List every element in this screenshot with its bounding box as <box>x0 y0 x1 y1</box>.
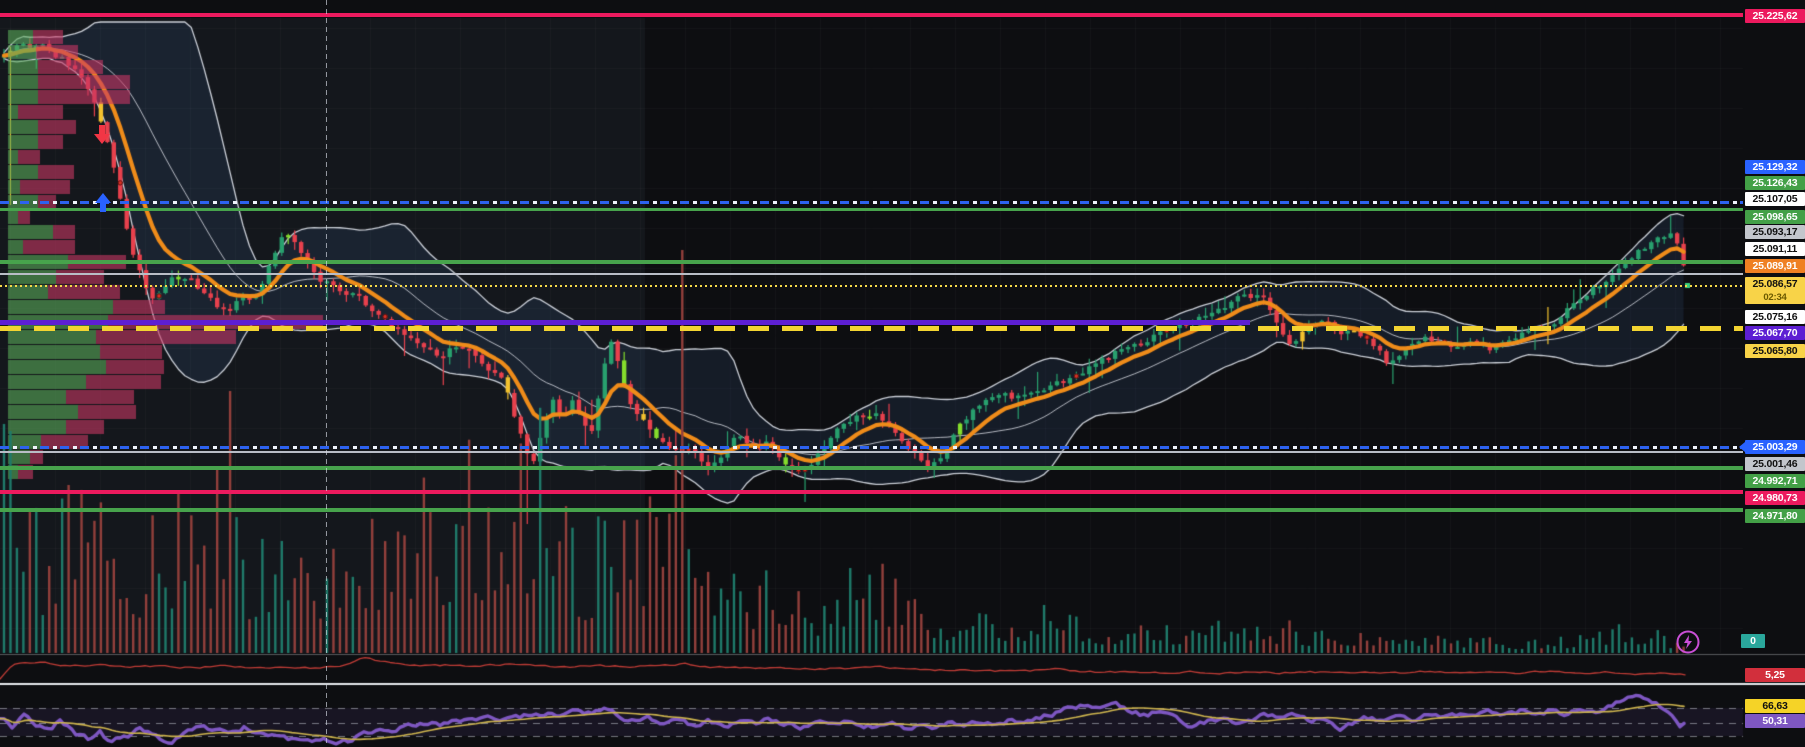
price-axis-label[interactable]: 24.992,71 <box>1745 474 1805 488</box>
price-axis-label[interactable]: 25.098,65 <box>1745 210 1805 224</box>
price-axis-label[interactable]: 50,31 <box>1745 714 1805 728</box>
price-level-line[interactable] <box>0 446 1743 449</box>
price-level-line[interactable] <box>0 490 1743 494</box>
price-level-line[interactable] <box>0 326 1743 331</box>
price-axis-label[interactable]: 25.075,16 <box>1745 310 1805 324</box>
price-axis-label[interactable]: 25.093,17 <box>1745 225 1805 239</box>
price-level-line[interactable] <box>0 466 1743 470</box>
price-axis-label[interactable]: 25.225,62 <box>1745 9 1805 23</box>
price-axis-label[interactable]: 25.003,29 <box>1745 440 1805 454</box>
price-level-line[interactable] <box>0 285 1743 287</box>
price-axis-label[interactable]: 24.980,73 <box>1745 491 1805 505</box>
price-axis-label[interactable]: 25.089,91 <box>1745 259 1805 273</box>
price-axis-label[interactable]: 25.107,05 <box>1745 192 1805 206</box>
price-level-line[interactable] <box>0 260 1743 264</box>
price-level-line[interactable] <box>0 201 1743 204</box>
trading-chart[interactable]: 25.225,62 25.129,32 25.126,43 25.107,05 25.0… <box>0 0 1805 747</box>
price-axis-label[interactable]: 25.126,43 <box>1745 176 1805 190</box>
price-axis-label[interactable]: 25.129,32 <box>1745 160 1805 174</box>
price-axis-label[interactable]: 25.067,70 <box>1745 326 1805 340</box>
price-level-line[interactable] <box>0 273 1743 275</box>
price-axis-label[interactable]: 0 <box>1741 634 1765 648</box>
price-level-line[interactable] <box>0 508 1743 512</box>
crosshair-vertical-line <box>326 0 327 747</box>
price-axis-label[interactable]: 66,63 <box>1745 699 1805 713</box>
sell-arrow-icon[interactable] <box>94 124 110 144</box>
price-axis-label[interactable]: 25.065,80 <box>1745 344 1805 358</box>
price-level-line[interactable] <box>0 451 1743 453</box>
price-level-line[interactable] <box>0 208 1743 211</box>
price-axis-label[interactable]: 24.971,80 <box>1745 509 1805 523</box>
price-axis-label[interactable]: 25.086,5702:34 <box>1745 277 1805 304</box>
chart-canvas[interactable] <box>0 0 1805 747</box>
instant-trade-lightning-icon[interactable] <box>1675 629 1701 655</box>
buy-arrow-icon[interactable] <box>95 193 111 213</box>
price-axis-label[interactable]: 25.001,46 <box>1745 457 1805 471</box>
price-level-line[interactable] <box>0 13 1743 17</box>
price-axis-label[interactable]: 5,25 <box>1745 668 1805 682</box>
price-axis-label[interactable]: 25.091,11 <box>1745 242 1805 256</box>
price-level-line[interactable] <box>0 320 1250 325</box>
